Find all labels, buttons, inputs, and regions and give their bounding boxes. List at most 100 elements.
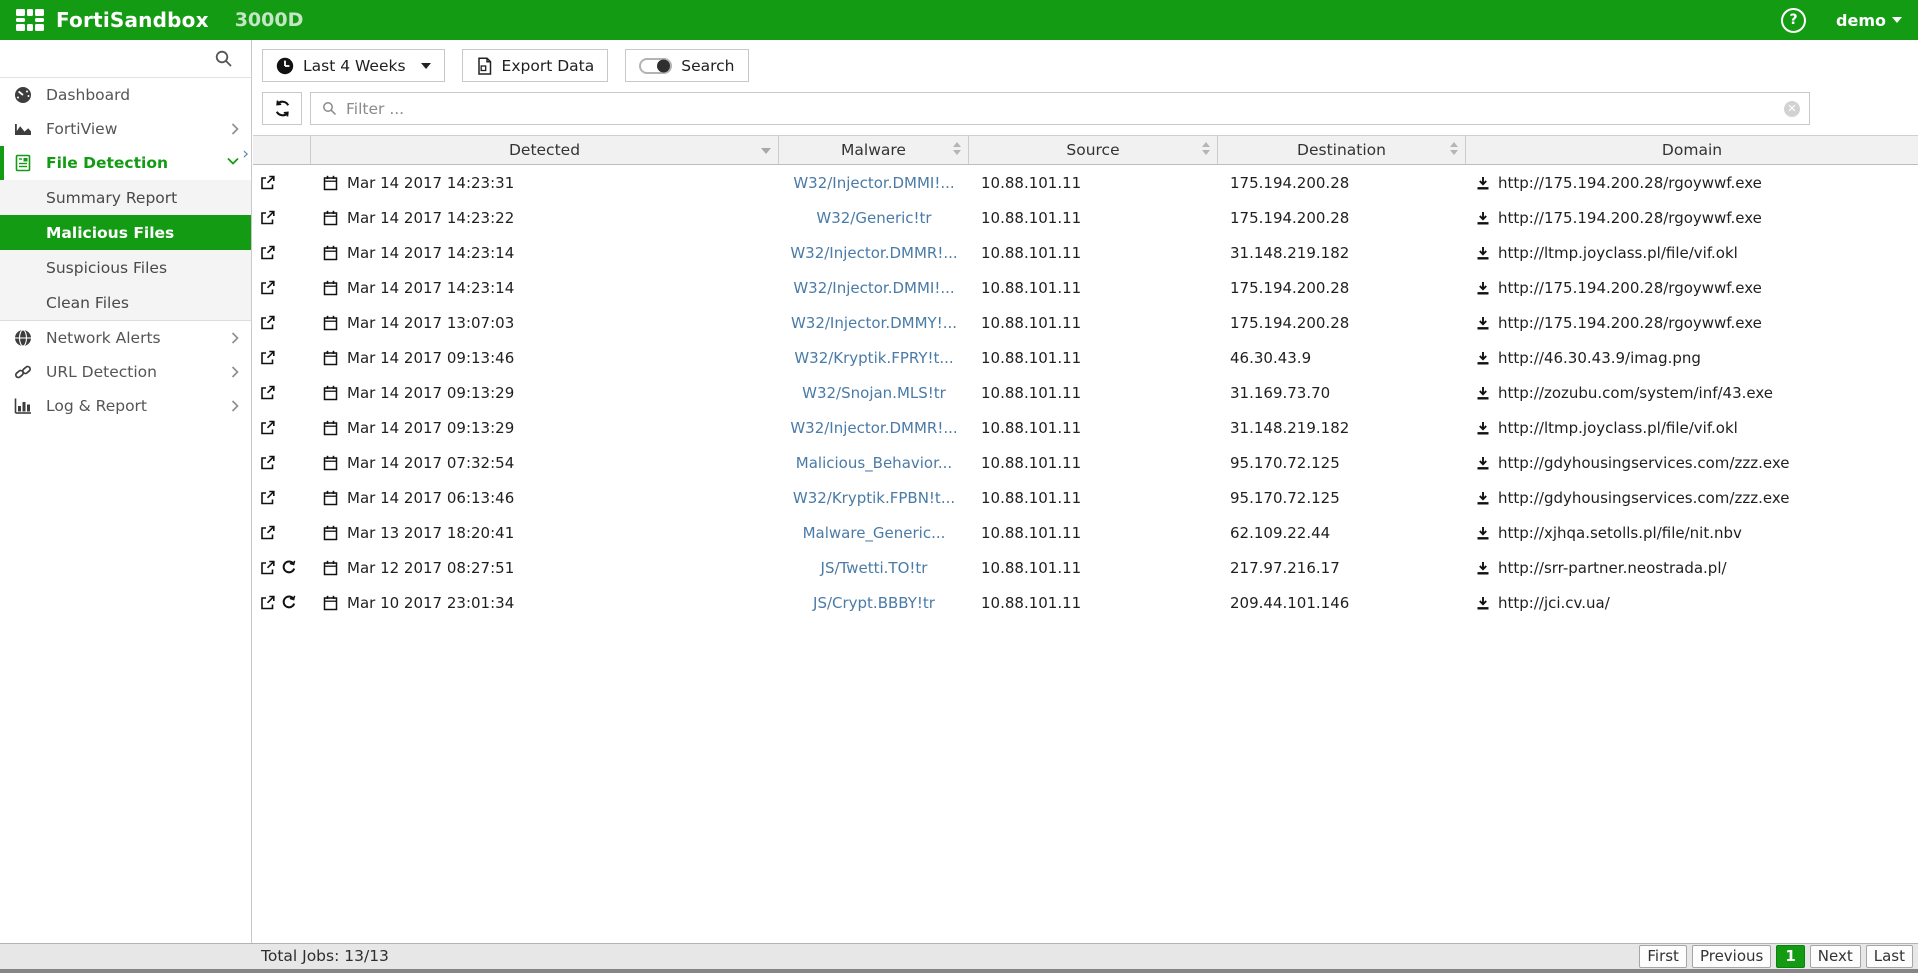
external-link-icon[interactable] <box>260 175 275 190</box>
download-icon[interactable] <box>1476 596 1490 610</box>
refresh-icon <box>273 99 292 118</box>
previous-page-button[interactable]: Previous <box>1692 945 1771 968</box>
header-source[interactable]: Source <box>969 136 1218 164</box>
sidebar-item-network-alerts[interactable]: Network Alerts <box>0 321 251 355</box>
download-icon[interactable] <box>1476 491 1490 505</box>
source-ip: 10.88.101.11 <box>969 165 1218 200</box>
sidebar-item-clean-files[interactable]: Clean Files <box>0 285 251 320</box>
malware-link[interactable]: W32/Injector.DMMI!... <box>779 270 969 305</box>
download-icon[interactable] <box>1476 316 1490 330</box>
export-data-button[interactable]: Export Data <box>462 49 609 82</box>
detected-time: Mar 14 2017 14:23:14 <box>347 279 514 297</box>
external-link-icon[interactable] <box>260 315 275 330</box>
header-destination[interactable]: Destination <box>1218 136 1466 164</box>
refresh-button[interactable] <box>262 92 302 125</box>
table-row: Mar 12 2017 08:27:51 JS/Twetti.TO!tr 10.… <box>253 550 1918 585</box>
header-domain[interactable]: Domain <box>1466 136 1918 164</box>
download-icon[interactable] <box>1476 176 1490 190</box>
external-link-icon[interactable] <box>260 350 275 365</box>
detected-time: Mar 10 2017 23:01:34 <box>347 594 514 612</box>
malware-link[interactable]: Malicious_Behavior... <box>779 445 969 480</box>
malware-link[interactable]: W32/Kryptik.FPRY!t... <box>779 340 969 375</box>
source-ip: 10.88.101.11 <box>969 305 1218 340</box>
rescan-icon[interactable] <box>281 595 296 610</box>
time-range-button[interactable]: Last 4 Weeks <box>262 49 445 82</box>
rescan-icon[interactable] <box>281 560 296 575</box>
header-label: Source <box>1066 141 1119 159</box>
search-icon <box>214 49 233 68</box>
sidebar-item-dashboard[interactable]: Dashboard <box>0 78 251 112</box>
source-ip: 10.88.101.11 <box>969 585 1218 620</box>
external-link-icon[interactable] <box>260 560 275 575</box>
external-link-icon[interactable] <box>260 490 275 505</box>
sidebar-item-file-detection[interactable]: File Detection <box>0 146 251 180</box>
external-link-icon[interactable] <box>260 595 275 610</box>
domain-cell: http://xjhqa.setolls.pl/file/nit.nbv <box>1466 515 1918 550</box>
sidebar-collapse-icon[interactable]: › <box>242 146 249 163</box>
header-detected[interactable]: Detected <box>311 136 779 164</box>
time-range-label: Last 4 Weeks <box>303 57 406 75</box>
calendar-icon <box>323 385 338 401</box>
caret-down-icon <box>421 63 431 69</box>
filter-search-icon <box>322 101 337 116</box>
destination-ip: 95.170.72.125 <box>1218 480 1466 515</box>
external-link-icon[interactable] <box>260 420 275 435</box>
sidebar-item-fortiview[interactable]: FortiView <box>0 112 251 146</box>
detected-time: Mar 14 2017 09:13:29 <box>347 419 514 437</box>
calendar-icon <box>323 350 338 366</box>
calendar-icon <box>323 525 338 541</box>
malware-link[interactable]: Malware_Generic... <box>779 515 969 550</box>
sidebar-search[interactable] <box>0 40 251 78</box>
sidebar-item-log-report[interactable]: Log & Report <box>0 389 251 423</box>
filter-input[interactable] <box>346 93 1809 124</box>
download-icon[interactable] <box>1476 351 1490 365</box>
malware-link[interactable]: JS/Twetti.TO!tr <box>779 550 969 585</box>
row-actions <box>253 235 311 270</box>
domain-cell: http://175.194.200.28/rgoywwf.exe <box>1466 165 1918 200</box>
last-page-button[interactable]: Last <box>1866 945 1913 968</box>
malware-link[interactable]: W32/Injector.DMMR!... <box>779 235 969 270</box>
detected-time: Mar 14 2017 14:23:14 <box>347 244 514 262</box>
next-page-button[interactable]: Next <box>1810 945 1861 968</box>
device-model: 3000D <box>235 9 304 31</box>
user-menu[interactable]: demo <box>1836 11 1902 30</box>
malware-link[interactable]: W32/Injector.DMMY!... <box>779 305 969 340</box>
clear-filter-icon[interactable]: ✕ <box>1784 101 1800 117</box>
detected-cell: Mar 14 2017 14:23:14 <box>311 270 779 305</box>
download-icon[interactable] <box>1476 421 1490 435</box>
external-link-icon[interactable] <box>260 385 275 400</box>
row-actions <box>253 585 311 620</box>
help-icon[interactable]: ? <box>1781 8 1806 33</box>
external-link-icon[interactable] <box>260 455 275 470</box>
download-icon[interactable] <box>1476 211 1490 225</box>
header-malware[interactable]: Malware <box>779 136 969 164</box>
malware-link[interactable]: W32/Kryptik.FPBN!t... <box>779 480 969 515</box>
download-icon[interactable] <box>1476 561 1490 575</box>
sidebar-item-malicious-files[interactable]: Malicious Files <box>0 215 251 250</box>
malware-link[interactable]: JS/Crypt.BBBY!tr <box>779 585 969 620</box>
sidebar-item-url-detection[interactable]: URL Detection <box>0 355 251 389</box>
sidebar-item-suspicious-files[interactable]: Suspicious Files <box>0 250 251 285</box>
sidebar-item-summary-report[interactable]: Summary Report <box>0 180 251 215</box>
external-link-icon[interactable] <box>260 210 275 225</box>
malware-link[interactable]: W32/Generic!tr <box>779 200 969 235</box>
download-icon[interactable] <box>1476 281 1490 295</box>
download-icon[interactable] <box>1476 456 1490 470</box>
table-row: Mar 13 2017 18:20:41 Malware_Generic... … <box>253 515 1918 550</box>
malware-link[interactable]: W32/Injector.DMMR!... <box>779 410 969 445</box>
first-page-button[interactable]: First <box>1639 945 1687 968</box>
malware-link[interactable]: W32/Injector.DMMI!... <box>779 165 969 200</box>
external-link-icon[interactable] <box>260 525 275 540</box>
external-link-icon[interactable] <box>260 245 275 260</box>
malware-link[interactable]: W32/Snojan.MLS!tr <box>779 375 969 410</box>
download-icon[interactable] <box>1476 246 1490 260</box>
current-page-button[interactable]: 1 <box>1776 945 1804 968</box>
table-row: Mar 14 2017 09:13:46 W32/Kryptik.FPRY!t.… <box>253 340 1918 375</box>
download-icon[interactable] <box>1476 386 1490 400</box>
search-toggle-button[interactable]: Search <box>625 49 748 82</box>
detected-cell: Mar 10 2017 23:01:34 <box>311 585 779 620</box>
detected-cell: Mar 14 2017 14:23:31 <box>311 165 779 200</box>
external-link-icon[interactable] <box>260 280 275 295</box>
domain-url: http://gdyhousingservices.com/zzz.exe <box>1498 489 1789 507</box>
download-icon[interactable] <box>1476 526 1490 540</box>
